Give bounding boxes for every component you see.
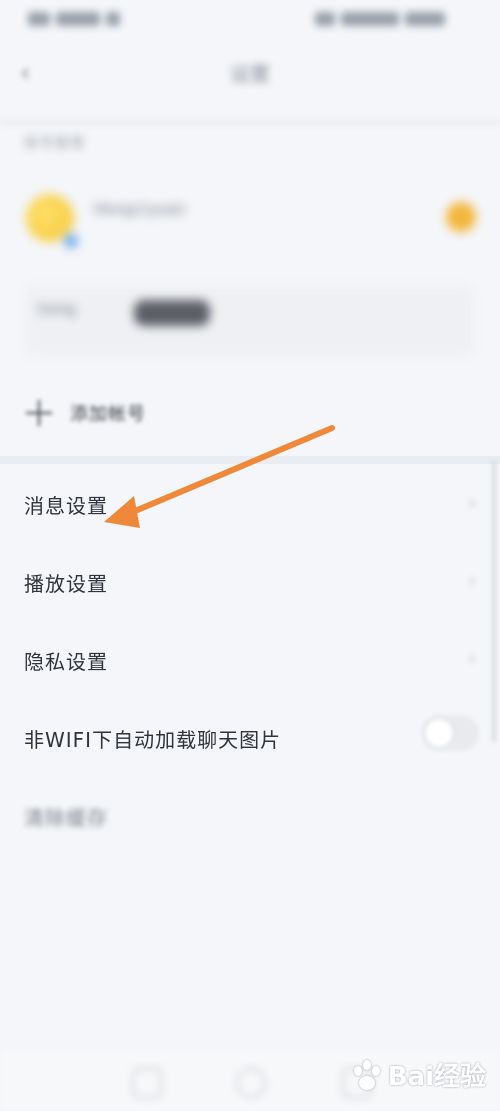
- settings-item-clear-cache[interactable]: 清除缓存: [0, 776, 500, 854]
- account-secondary[interactable]: hong: [26, 286, 474, 356]
- settings-item-6[interactable]: [0, 854, 500, 932]
- chevron-right-icon: ›: [468, 490, 476, 514]
- status-bar-right: [315, 8, 460, 26]
- watermark: Bai经验: [350, 1056, 486, 1093]
- settings-item-label: 隐私设置: [24, 650, 108, 674]
- settings-item-label: 消息设置: [24, 494, 108, 518]
- plus-icon: [24, 398, 54, 428]
- nav-home-icon[interactable]: [236, 1068, 266, 1098]
- scrollbar[interactable]: [492, 460, 496, 742]
- account-status-icon: [446, 202, 476, 232]
- settings-item-wifi-autoload: 非WIFI下自动加载聊天图片: [0, 698, 500, 776]
- section-divider-top: [0, 118, 500, 126]
- redacted-blob: [134, 300, 210, 326]
- app-header: ‹ 设置: [0, 44, 500, 104]
- chevron-right-icon: ›: [468, 568, 476, 592]
- paw-icon: [350, 1058, 384, 1092]
- settings-item-message[interactable]: 消息设置 ›: [0, 464, 500, 542]
- add-account-label: 添加帐号: [70, 404, 146, 425]
- settings-item-label: 播放设置: [24, 572, 108, 596]
- add-account-button[interactable]: 添加帐号: [24, 390, 146, 436]
- toggle-knob: [425, 719, 453, 747]
- avatar-badge-icon: [62, 232, 80, 250]
- nav-back-icon[interactable]: [132, 1068, 162, 1098]
- wifi-autoload-toggle[interactable]: [422, 716, 478, 750]
- settings-item-playback[interactable]: 播放设置 ›: [0, 542, 500, 620]
- settings-item-label: 清除缓存: [24, 806, 108, 830]
- settings-page: ‹ 设置 账号管理 Hong小yuan hong 添加帐号 消息设置 › 播放设…: [0, 0, 500, 1111]
- chevron-right-icon: ›: [468, 646, 476, 670]
- settings-item-privacy[interactable]: 隐私设置 ›: [0, 620, 500, 698]
- page-title: 设置: [230, 62, 270, 86]
- status-bar-left: [28, 8, 138, 26]
- settings-item-7[interactable]: [0, 932, 500, 1010]
- account-name: Hong小yuan: [94, 200, 186, 218]
- account-secondary-name: hong: [38, 300, 76, 318]
- status-bar: [0, 0, 500, 36]
- account-section-label: 账号管理: [24, 134, 85, 152]
- settings-item-label: 非WIFI下自动加载聊天图片: [24, 728, 282, 752]
- watermark-text: Bai经验: [387, 1062, 486, 1092]
- account-primary[interactable]: Hong小yuan: [0, 170, 500, 270]
- list-divider: [0, 456, 500, 464]
